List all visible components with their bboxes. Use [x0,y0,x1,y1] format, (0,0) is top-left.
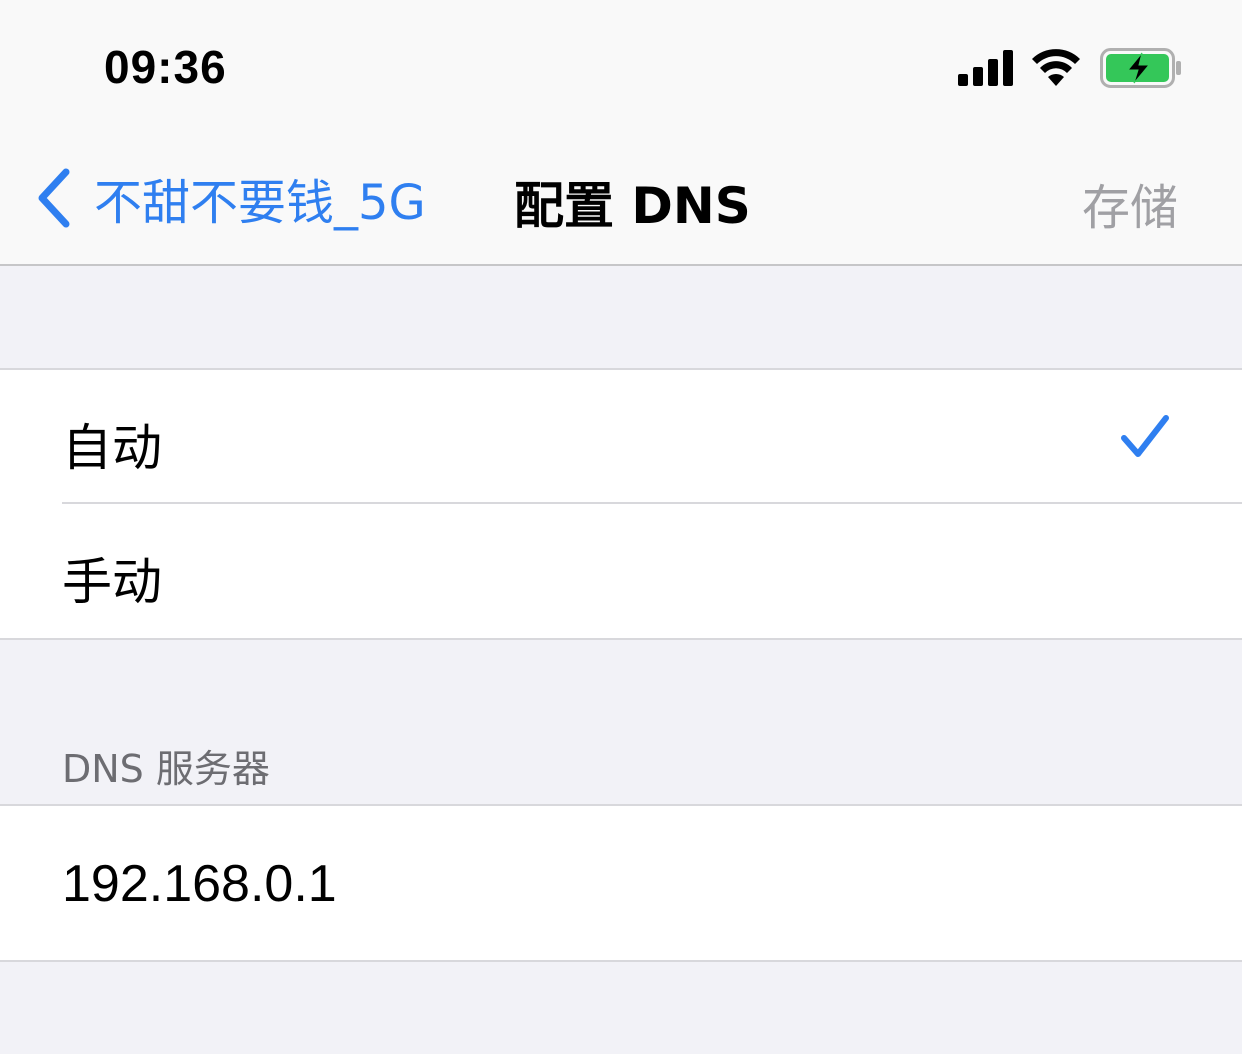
page-title: 配置 DNS [514,177,751,235]
option-label: 手动 [62,553,162,611]
cellular-signal-icon [958,50,1013,86]
dns-server-address: 192.168.0.1 [62,855,337,913]
dns-server-row[interactable]: 192.168.0.1 [0,806,1242,960]
dns-server-list: 192.168.0.1 [0,804,1242,962]
option-label: 自动 [62,419,162,477]
section-header-dns-servers: DNS 服务器 [62,747,270,791]
save-button[interactable]: 存储 [1082,168,1178,238]
status-time: 09:36 [104,41,227,93]
navigation-bar: 不甜不要钱_5G 配置 DNS 存储 [0,130,1242,266]
option-automatic[interactable]: 自动 [0,370,1242,504]
checkmark-icon [1121,415,1169,457]
option-manual[interactable]: 手动 [0,504,1242,638]
status-bar: 09:36 [0,0,1242,130]
back-label: 不甜不要钱_5G [94,175,426,231]
chevron-left-icon [38,168,70,228]
wifi-icon [1032,49,1080,86]
battery-charging-icon [1100,48,1181,88]
configure-dns-options: 自动 手动 [0,368,1242,640]
back-button[interactable]: 不甜不要钱_5G [36,166,426,231]
